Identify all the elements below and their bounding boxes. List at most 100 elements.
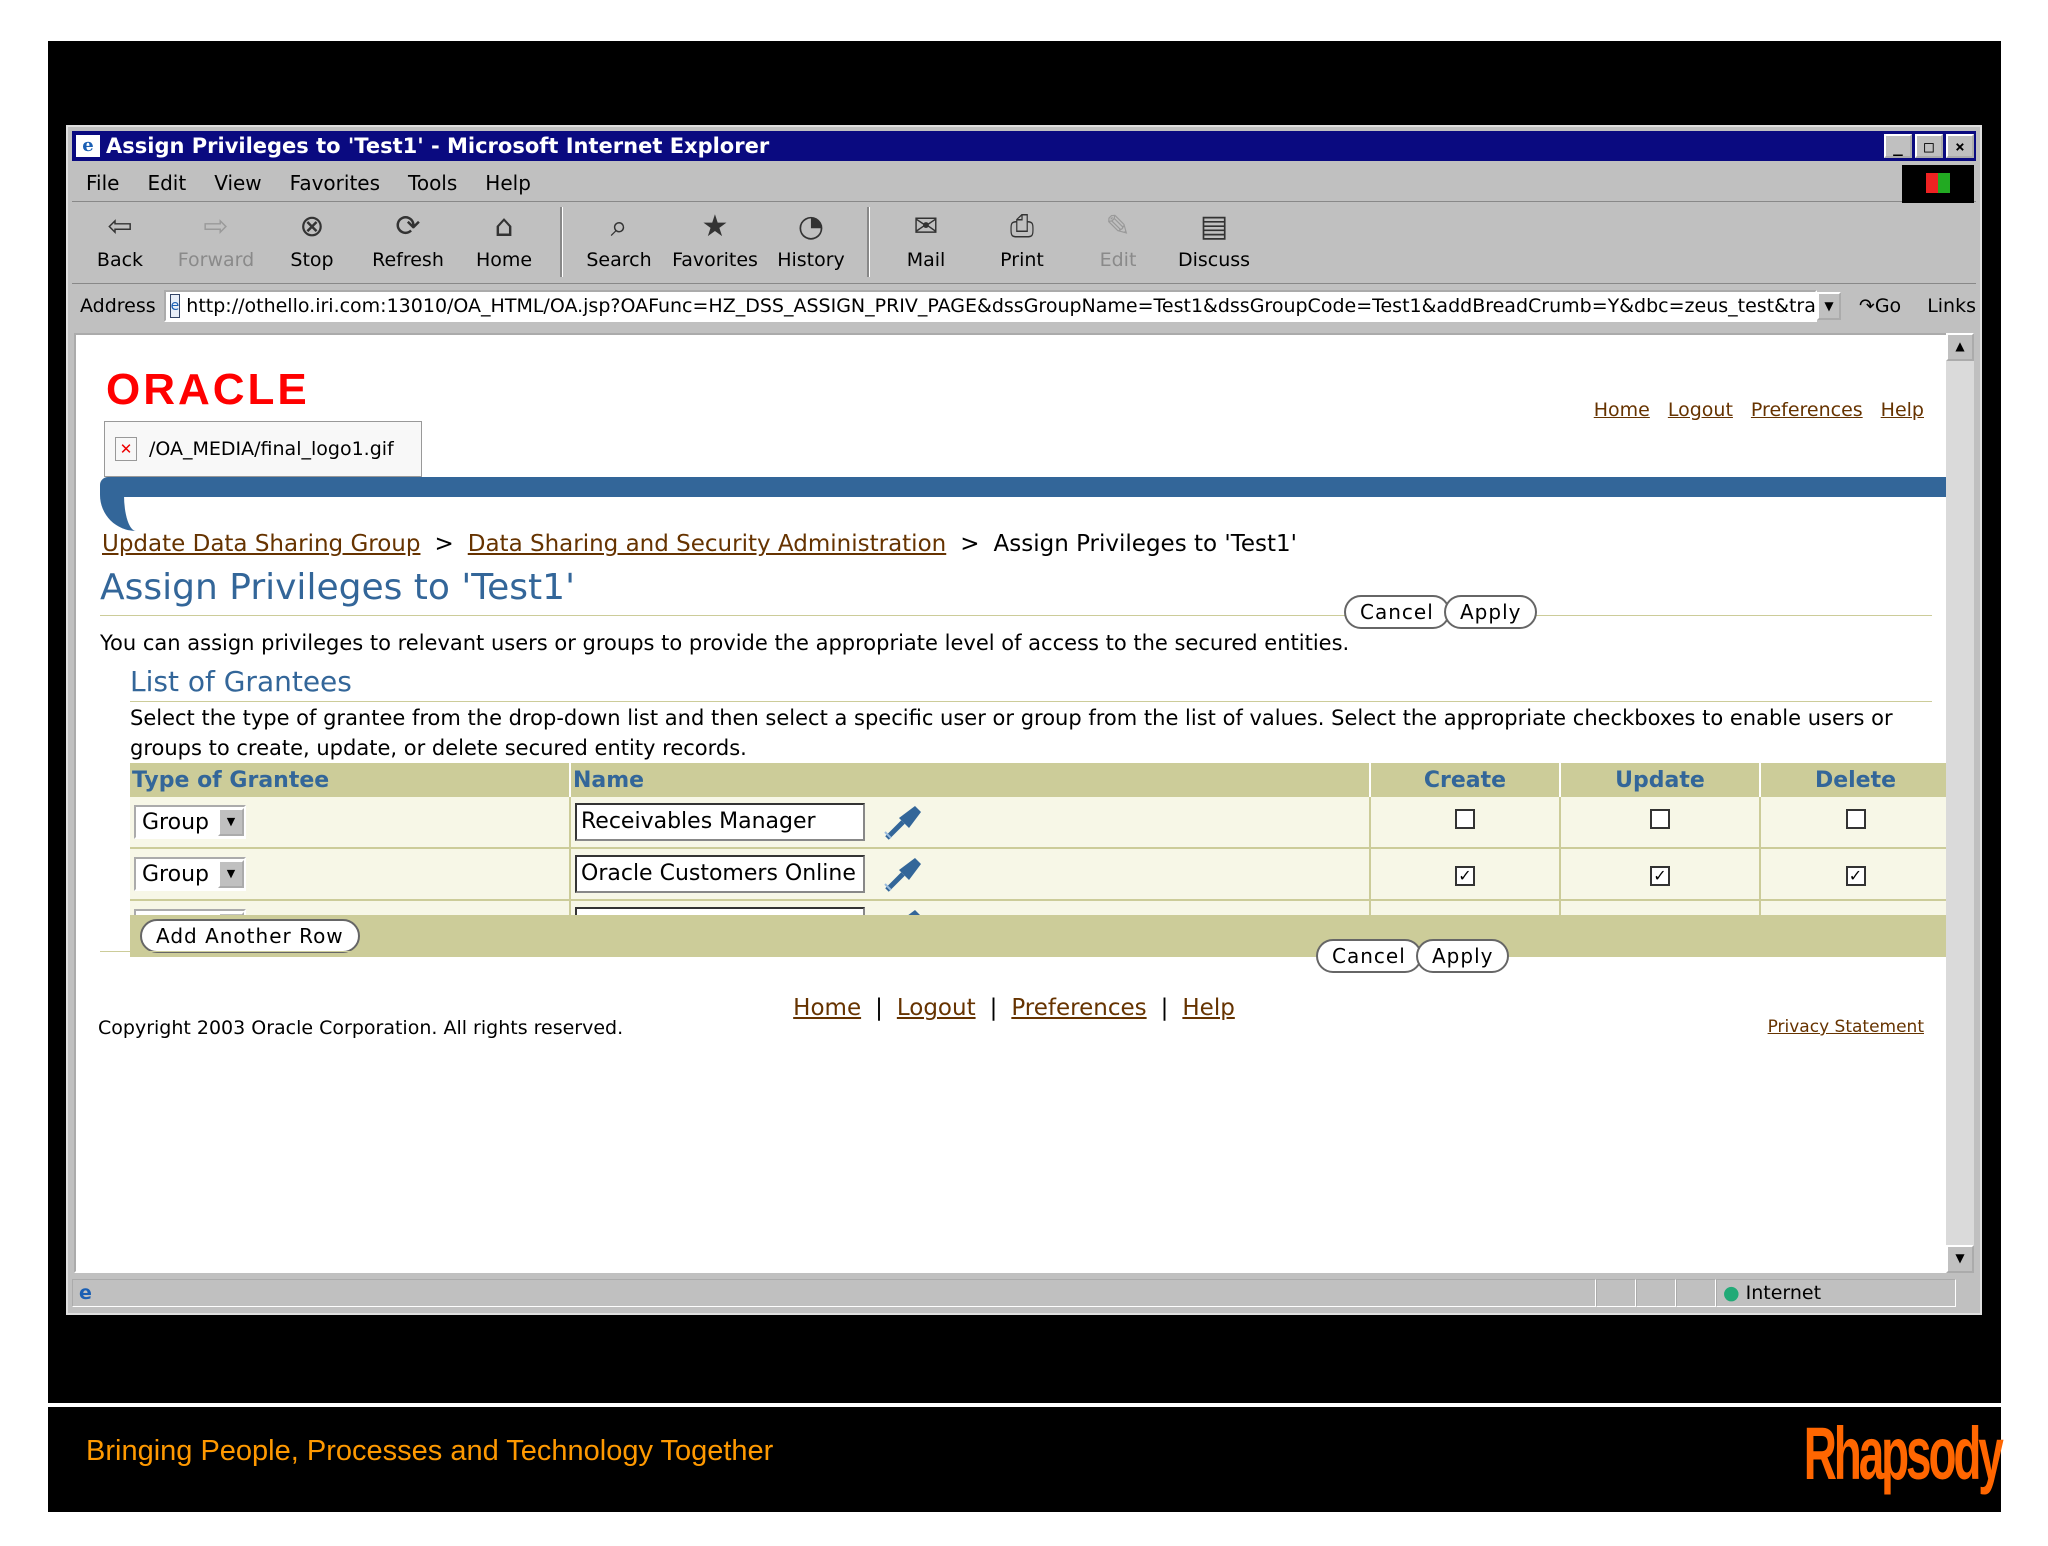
apply-button[interactable]: Apply xyxy=(1444,595,1538,629)
forward-button[interactable]: ⇨ Forward xyxy=(168,203,264,271)
global-nav: Home Logout Preferences Help xyxy=(1594,399,1924,421)
edit-button[interactable]: ✎ Edit xyxy=(1070,203,1166,271)
title-bar: e Assign Privileges to 'Test1' - Microso… xyxy=(72,131,1976,161)
mail-button[interactable]: ✉ Mail xyxy=(878,203,974,271)
go-button[interactable]: ↷Go xyxy=(1859,295,1901,317)
rhapsody-logo: Rhapsody xyxy=(1804,1412,2004,1495)
favorites-icon: ★ xyxy=(701,209,729,244)
broken-image: ✕ /OA_MEDIA/final_logo1.gif xyxy=(104,421,422,477)
menu-edit[interactable]: Edit xyxy=(147,171,186,195)
globe-icon: ● xyxy=(1723,1282,1740,1304)
page-content: ORACLE ✕ /OA_MEDIA/final_logo1.gif Home … xyxy=(74,333,1950,1273)
chevron-down-icon: ▼ xyxy=(218,860,244,888)
flashlight-search-icon[interactable] xyxy=(881,802,925,842)
print-icon: ⎙ xyxy=(1010,209,1034,244)
search-icon: ⌕ xyxy=(610,209,628,244)
intro-text: You can assign privileges to relevant us… xyxy=(100,631,1350,655)
address-bar: Address e http://othello.iri.com:13010/O… xyxy=(72,287,1976,325)
grantee-type-select[interactable]: Group ▼ xyxy=(134,805,246,839)
print-button[interactable]: ⎙ Print xyxy=(974,203,1070,271)
global-help-link[interactable]: Help xyxy=(1881,399,1924,421)
create-checkbox[interactable]: ✓ xyxy=(1455,865,1475,886)
update-checkbox[interactable]: ✓ xyxy=(1650,865,1670,886)
menu-file[interactable]: File xyxy=(86,171,119,195)
table-row: Group ▼ Oracle Customers Online ✓ ✓ ✓ xyxy=(130,848,1948,901)
create-checkbox[interactable] xyxy=(1455,809,1475,829)
table-header-row: Type of Grantee Name Create Update Delet… xyxy=(130,763,1948,797)
menu-help[interactable]: Help xyxy=(485,171,531,195)
stop-button[interactable]: ⊗ Stop xyxy=(264,203,360,271)
global-logout-link[interactable]: Logout xyxy=(1668,399,1733,421)
status-bar: e ● Internet xyxy=(72,1277,1976,1309)
discuss-icon: ▤ xyxy=(1199,209,1229,244)
menu-tools[interactable]: Tools xyxy=(408,171,457,195)
branding-swoosh xyxy=(100,485,160,531)
menu-view[interactable]: View xyxy=(214,171,261,195)
window-title: Assign Privileges to 'Test1' - Microsoft… xyxy=(106,134,770,158)
section-title: List of Grantees xyxy=(130,665,352,698)
col-update: Update xyxy=(1560,763,1761,797)
breadcrumb: Update Data Sharing Group > Data Sharing a… xyxy=(102,531,1297,557)
grantee-name-input[interactable]: Oracle Customers Online xyxy=(575,854,865,893)
home-button[interactable]: ⌂ Home xyxy=(456,203,552,271)
menu-bar: File Edit View Favorites Tools Help xyxy=(72,165,1976,202)
refresh-button[interactable]: ⟳ Refresh xyxy=(360,203,456,271)
address-label: Address xyxy=(80,295,156,317)
grantee-type-select[interactable]: Group ▼ xyxy=(134,857,246,891)
footer-preferences-link[interactable]: Preferences xyxy=(1011,995,1146,1021)
status-pane xyxy=(1676,1279,1716,1307)
flashlight-search-icon[interactable] xyxy=(881,854,925,894)
status-pane xyxy=(1596,1279,1636,1307)
close-button[interactable]: × xyxy=(1946,134,1974,158)
favorites-button[interactable]: ★ Favorites xyxy=(667,203,763,271)
add-another-row-button[interactable]: Add Another Row xyxy=(140,919,360,953)
toolbar: ⇦ Back ⇨ Forward ⊗ Stop ⟳ Refresh ⌂ Home ⌕ Sea… xyxy=(72,203,1976,284)
update-checkbox[interactable] xyxy=(1650,809,1670,829)
scroll-down-icon[interactable]: ▼ xyxy=(1946,1245,1974,1273)
back-button[interactable]: ⇦ Back xyxy=(72,203,168,271)
slide-background: e Assign Privileges to 'Test1' - Microso… xyxy=(48,41,2004,1512)
global-preferences-link[interactable]: Preferences xyxy=(1751,399,1863,421)
grantee-name-input[interactable]: Receivables Manager xyxy=(575,802,865,841)
address-url: http://othello.iri.com:13010/OA_HTML/OA.… xyxy=(186,295,1818,317)
delete-checkbox[interactable] xyxy=(1845,809,1866,829)
chevron-down-icon: ▼ xyxy=(218,808,244,836)
page-title: Assign Privileges to 'Test1' xyxy=(100,567,575,608)
footer-home-link[interactable]: Home xyxy=(793,995,861,1021)
maximize-button[interactable]: □ xyxy=(1915,134,1943,158)
scroll-up-icon[interactable]: ▲ xyxy=(1946,333,1974,361)
ie-page-icon: e xyxy=(79,1282,92,1304)
privacy-statement-link[interactable]: Privacy Statement xyxy=(1768,1017,1924,1037)
copyright-text: Copyright 2003 Oracle Corporation. All r… xyxy=(98,1017,624,1039)
cancel-button[interactable]: Cancel xyxy=(1344,595,1450,629)
global-home-link[interactable]: Home xyxy=(1594,399,1650,421)
footer-divider xyxy=(100,951,1932,952)
apply-button-bottom[interactable]: Apply xyxy=(1416,939,1510,973)
col-delete: Delete xyxy=(1760,763,1948,797)
oracle-logo: ORACLE xyxy=(106,365,310,414)
delete-checkbox[interactable]: ✓ xyxy=(1845,865,1866,886)
status-pane xyxy=(1636,1279,1676,1307)
windows-logo-icon xyxy=(1902,165,1974,203)
links-button[interactable]: Links xyxy=(1927,295,1976,317)
history-button[interactable]: ◔ History xyxy=(763,203,859,271)
breadcrumb-current: Assign Privileges to 'Test1' xyxy=(993,531,1297,557)
forward-arrow-icon: ⇨ xyxy=(203,209,229,244)
table-row: Group ▼ Receivables Manager xyxy=(130,797,1948,849)
menu-favorites[interactable]: Favorites xyxy=(290,171,380,195)
discuss-button[interactable]: ▤ Discuss xyxy=(1166,203,1262,271)
vertical-scrollbar[interactable]: ▲ ▼ xyxy=(1946,333,1974,1273)
footer-help-link[interactable]: Help xyxy=(1182,995,1234,1021)
address-input[interactable]: e http://othello.iri.com:13010/OA_HTML/O… xyxy=(163,290,1818,322)
footer-logout-link[interactable]: Logout xyxy=(897,995,976,1021)
search-button[interactable]: ⌕ Search xyxy=(571,203,667,271)
home-icon: ⌂ xyxy=(494,209,514,244)
col-type-of-grantee: Type of Grantee xyxy=(130,763,571,797)
breadcrumb-dss-admin[interactable]: Data Sharing and Security Administration xyxy=(468,531,946,557)
breadcrumb-update-group[interactable]: Update Data Sharing Group xyxy=(102,531,420,557)
col-name: Name xyxy=(570,763,1371,797)
minimize-button[interactable]: _ xyxy=(1884,134,1912,158)
cancel-button-bottom[interactable]: Cancel xyxy=(1316,939,1422,973)
address-dropdown-button[interactable]: ▼ xyxy=(1817,292,1841,320)
mail-icon: ✉ xyxy=(913,209,939,244)
